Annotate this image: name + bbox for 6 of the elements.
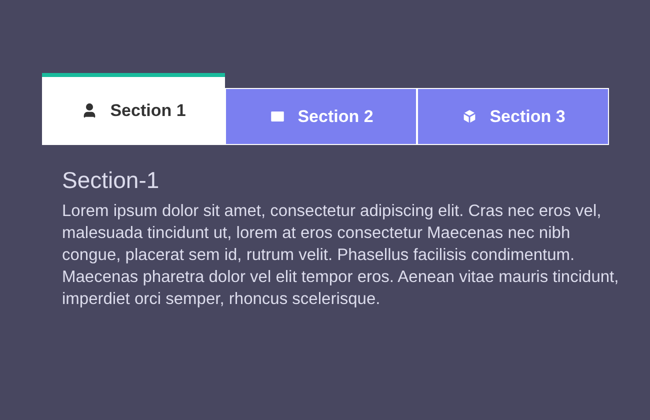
cube-icon	[460, 108, 478, 125]
section-heading: Section-1	[62, 166, 160, 195]
tab[interactable]: Section 2	[225, 88, 417, 144]
section-text: Lorem ipsum dolor sit amet, consectetur adipiscing elit. Cras nec eros vel, malesuada tincidunt ut, lorem at eros consectetur Maecenas nec nibh congue, placerat sem id, rutrum velit. Phasellus facilisis condimentum. Maecenas pharetra dolor vel elit tempor eros. Aenean vitae mauris tincidunt, imperdiet orci semper, rhoncus scelerisque.	[62, 201, 620, 310]
tab[interactable]: Section 1	[42, 73, 225, 144]
tab[interactable]: Section 3	[417, 88, 609, 144]
